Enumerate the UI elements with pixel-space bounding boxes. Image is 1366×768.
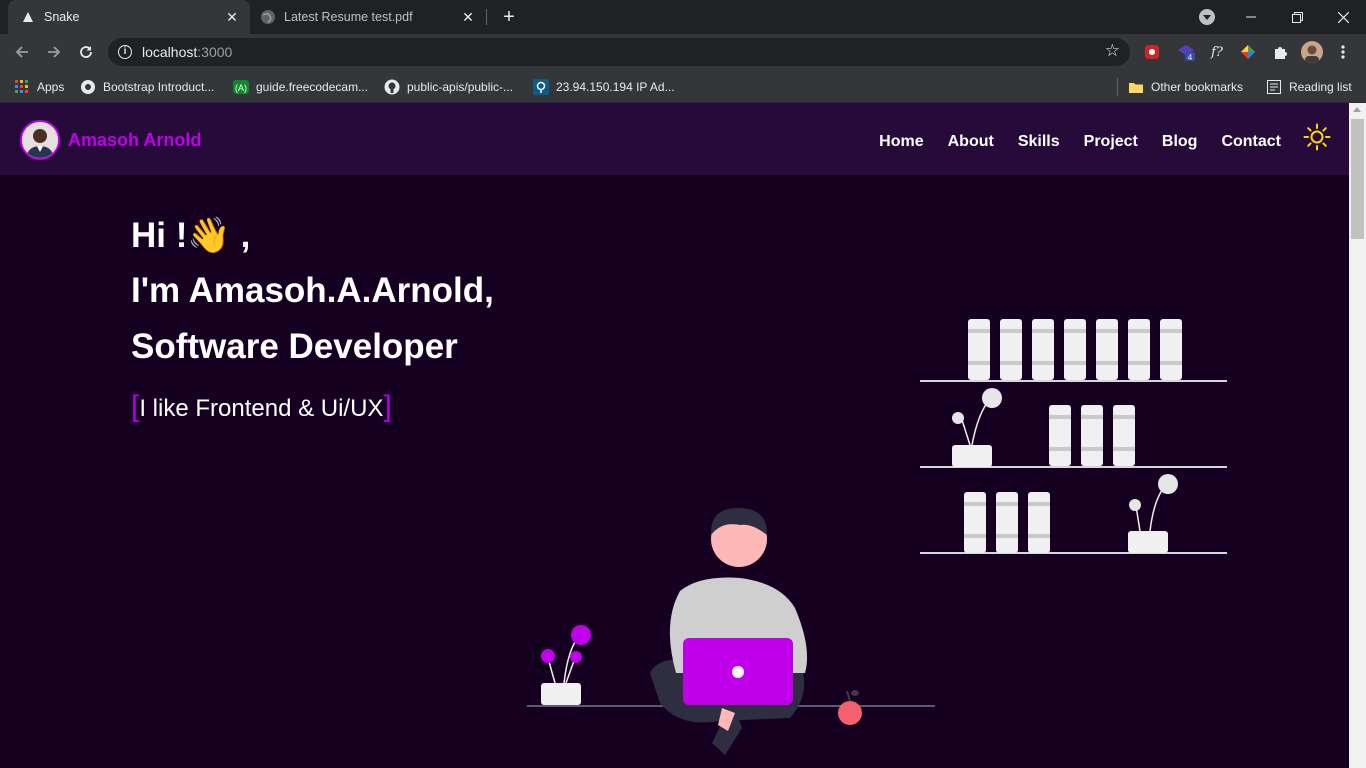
browser-toolbar: i localhost:3000 ☆ 4 f? xyxy=(0,34,1366,70)
puzzle-extensions-icon[interactable] xyxy=(1270,42,1290,62)
address-url[interactable]: localhost:3000 xyxy=(142,44,232,60)
globe-icon xyxy=(80,79,96,95)
close-tab-icon[interactable]: ✕ xyxy=(460,9,476,25)
freecodecamp-icon: (A) xyxy=(233,79,249,95)
profile-avatar[interactable] xyxy=(1301,41,1323,63)
bookshelf-illustration xyxy=(920,319,1227,554)
tab-resume-pdf[interactable]: Latest Resume test.pdf ✕ xyxy=(250,0,486,34)
tab-title: Latest Resume test.pdf xyxy=(284,10,413,24)
tab-search-icon[interactable] xyxy=(1199,9,1215,25)
svg-text:4: 4 xyxy=(1188,53,1193,62)
location-icon xyxy=(533,79,549,95)
bookmark-public-apis[interactable]: public-apis/public-... xyxy=(384,78,513,96)
tab-title: Snake xyxy=(44,10,80,24)
apps-grid-icon xyxy=(14,79,30,95)
bookmarks-divider xyxy=(1117,78,1118,96)
forward-arrow-icon[interactable] xyxy=(42,40,66,64)
close-tab-icon[interactable]: ✕ xyxy=(224,9,240,25)
portfolio-page: Amasoh Arnold Home About Skills Project … xyxy=(0,103,1349,768)
svg-text:(A): (A) xyxy=(235,83,247,93)
reading-list-icon xyxy=(1266,79,1282,95)
other-bookmarks[interactable]: Other bookmarks xyxy=(1128,78,1243,96)
bookmark-ip-address[interactable]: 23.94.150.194 IP Ad... xyxy=(533,78,675,96)
globe-icon xyxy=(260,9,276,25)
bookmark-star-icon[interactable]: ☆ xyxy=(1105,41,1120,61)
font-finder-icon[interactable]: f? xyxy=(1207,42,1227,62)
snake-favicon xyxy=(20,9,36,25)
extension-purple-icon[interactable]: 4 xyxy=(1176,42,1196,62)
reading-list[interactable]: Reading list xyxy=(1266,78,1352,96)
tab-divider xyxy=(486,9,487,25)
reload-icon[interactable] xyxy=(74,40,98,64)
minimize-icon[interactable] xyxy=(1228,0,1274,34)
github-icon xyxy=(384,79,400,95)
color-picker-icon[interactable] xyxy=(1238,42,1258,62)
bookmarks-bar: Apps Bootstrap Introduct... (A) guide.fr… xyxy=(0,70,1366,103)
page-scrollbar[interactable] xyxy=(1349,103,1366,768)
scrollbar-thumb[interactable] xyxy=(1351,119,1364,239)
menu-kebab-icon[interactable] xyxy=(1333,42,1353,62)
back-arrow-icon[interactable] xyxy=(10,40,34,64)
scroll-up-arrow-icon[interactable] xyxy=(1353,107,1361,112)
floor-plant-illustration xyxy=(541,625,591,705)
new-tab-icon[interactable]: + xyxy=(498,6,520,28)
developer-illustration xyxy=(527,319,1227,755)
address-bar[interactable]: i localhost:3000 ☆ xyxy=(108,38,1130,66)
bookmark-bootstrap[interactable]: Bootstrap Introduct... xyxy=(80,78,214,96)
restore-icon[interactable] xyxy=(1274,0,1320,34)
bookmark-apps[interactable]: Apps xyxy=(14,78,64,96)
person-with-laptop-illustration xyxy=(650,507,808,755)
site-info-icon[interactable]: i xyxy=(118,45,132,59)
folder-icon xyxy=(1128,79,1144,95)
apple-illustration xyxy=(838,690,862,725)
tab-snake[interactable]: Snake ✕ xyxy=(8,0,250,34)
extension-red-icon[interactable] xyxy=(1142,42,1162,62)
bookmark-freecodecamp[interactable]: (A) guide.freecodecam... xyxy=(233,78,368,96)
close-window-icon[interactable] xyxy=(1320,0,1366,34)
tab-strip: Snake ✕ Latest Resume test.pdf ✕ + xyxy=(0,0,1366,34)
